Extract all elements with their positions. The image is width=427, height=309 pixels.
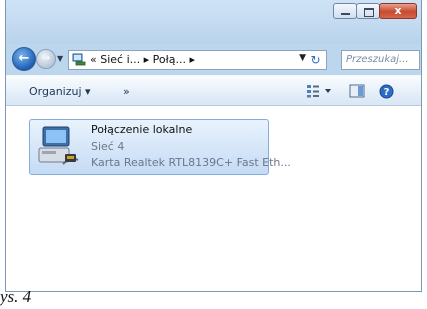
organize-menu-button[interactable]: Organizuj ▾ [29,85,91,98]
network-name: Sieć 4 [91,140,125,153]
svg-text:?: ? [384,87,390,98]
forward-button[interactable]: → [36,49,56,69]
change-view-icon[interactable] [306,84,332,98]
adapter-description: Karta Realtek RTL8139C+ Fast Eth... [91,156,291,169]
close-button[interactable]: x [379,3,417,19]
recent-pages-dropdown-icon[interactable]: ▼ [57,54,63,63]
window-controls: x [333,3,417,19]
maximize-button[interactable] [356,3,380,19]
file-list: Połączenie lokalne Sieć 4 Karta Realtek … [6,106,421,291]
title-bar: x [6,0,421,44]
network-folder-icon [72,53,86,66]
more-commands-button[interactable]: » [123,85,130,98]
network-adapter-icon [38,126,79,165]
help-icon[interactable]: ? [379,84,394,99]
search-input[interactable]: Przeszukaj... [341,50,420,70]
navigation-bar: ← → ▼ « Sieć i... ▸ Połą... ▸ ▼ ↻ Przesz… [6,45,421,75]
forward-arrow-icon: → [41,53,51,64]
preview-pane-icon[interactable] [349,84,365,98]
back-button[interactable]: ← [12,47,36,71]
address-bar[interactable]: « Sieć i... ▸ Połą... ▸ ▼ ↻ [68,50,327,70]
breadcrumb[interactable]: « Sieć i... ▸ Połą... ▸ [90,53,195,66]
explorer-window: x ← → ▼ « Sieć i... ▸ Połą... ▸ ▼ ↻ Prze… [5,0,422,292]
connection-name: Połączenie lokalne [91,123,193,136]
figure-caption: ys. 4 [0,287,32,306]
minimize-button[interactable] [333,3,357,19]
back-arrow-icon: ← [18,51,30,66]
network-connection-item[interactable]: Połączenie lokalne Sieć 4 Karta Realtek … [29,119,291,175]
address-dropdown-icon[interactable]: ▼ [299,53,306,63]
refresh-icon[interactable]: ↻ [307,52,324,68]
command-bar: Organizuj ▾ » ? [6,75,421,106]
